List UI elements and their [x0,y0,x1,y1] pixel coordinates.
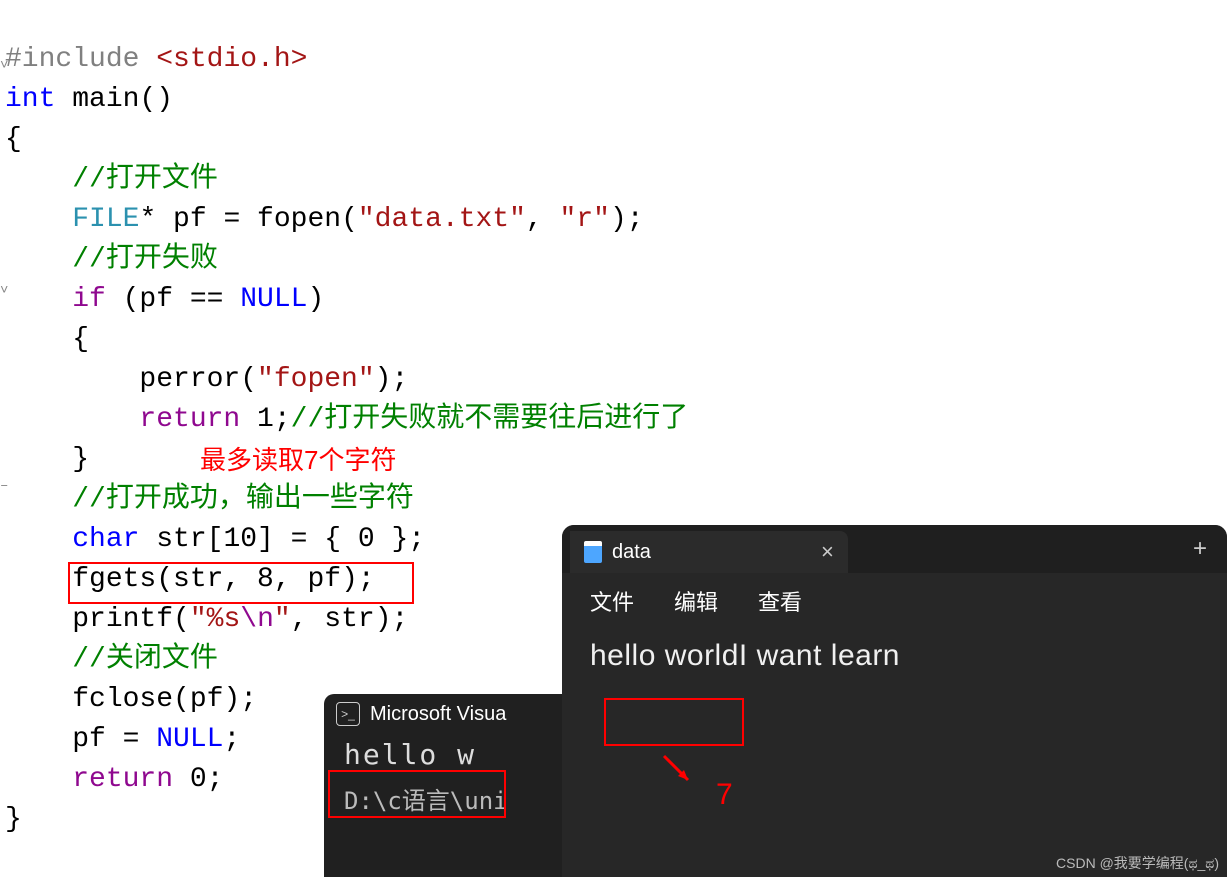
code-token: printf( [72,604,190,635]
code-token: \n [240,604,274,635]
code-token: " [274,604,291,635]
code-token: str[10] = { 0 }; [139,524,425,555]
code-token: #include [5,44,139,75]
notepad-tab-title: data [612,541,651,564]
code-token: NULL [156,724,223,755]
menu-file[interactable]: 文件 [590,585,634,617]
highlight-hello-w-in-file [604,698,744,746]
vs-window-title: Microsoft Visua [370,703,506,726]
new-tab-button[interactable]: + [1173,525,1227,573]
notepad-tab[interactable]: data × [570,531,848,573]
code-comment: //打开文件 [72,164,218,195]
annotation-max-read: 最多读取7个字符 [200,440,396,477]
file-icon [584,541,602,563]
arrow-icon [658,750,698,790]
code-token: pf = [72,724,156,755]
notepad-menu: 文件 编辑 查看 [562,573,1227,629]
code-token: , str); [291,604,409,635]
code-token: "data.txt" [358,204,526,235]
code-token: ; [223,724,240,755]
code-token: * pf = fopen( [139,204,357,235]
code-token: int [5,84,55,115]
close-icon[interactable]: × [821,539,834,565]
code-token: 1; [240,404,290,435]
code-token: } [72,444,89,475]
code-token: "%s [190,604,240,635]
code-token: return [139,404,240,435]
code-token: if [72,284,106,315]
code-comment: //打开失败就不需要往后进行了 [291,404,689,435]
watermark: CSDN @我要学编程(ಥ_ಥ) [1056,853,1219,873]
code-token: NULL [240,284,307,315]
code-token: main() [55,84,173,115]
code-token: (pf == [106,284,240,315]
code-comment: //关闭文件 [72,644,218,675]
code-token: <stdio.h> [156,44,307,75]
code-token: return [72,764,173,795]
notepad-content[interactable]: hello worldI want learn [562,629,1227,683]
code-token: perror( [139,364,257,395]
notepad-titlebar: data × + [562,525,1227,573]
code-token: { [5,124,22,155]
code-token: ) [307,284,324,315]
code-token: ); [375,364,409,395]
code-token: 0; [173,764,223,795]
code-token: "r" [560,204,610,235]
code-comment: //打开失败 [72,244,218,275]
terminal-icon: >_ [336,702,360,726]
code-token: "fopen" [257,364,375,395]
code-token: ); [610,204,644,235]
code-token: , [526,204,560,235]
code-comment: //打开成功，输出一些字符 [72,484,414,515]
code-token: fclose(pf); [72,684,257,715]
code-token: } [5,804,22,835]
code-token: FILE [72,204,139,235]
code-token: char [72,524,139,555]
code-token: { [72,324,89,355]
highlight-output-hello-w [328,770,506,818]
highlight-fgets-line [68,562,414,604]
menu-view[interactable]: 查看 [758,585,802,617]
annotation-digit-seven: 7 [716,778,733,812]
menu-edit[interactable]: 编辑 [674,585,718,617]
